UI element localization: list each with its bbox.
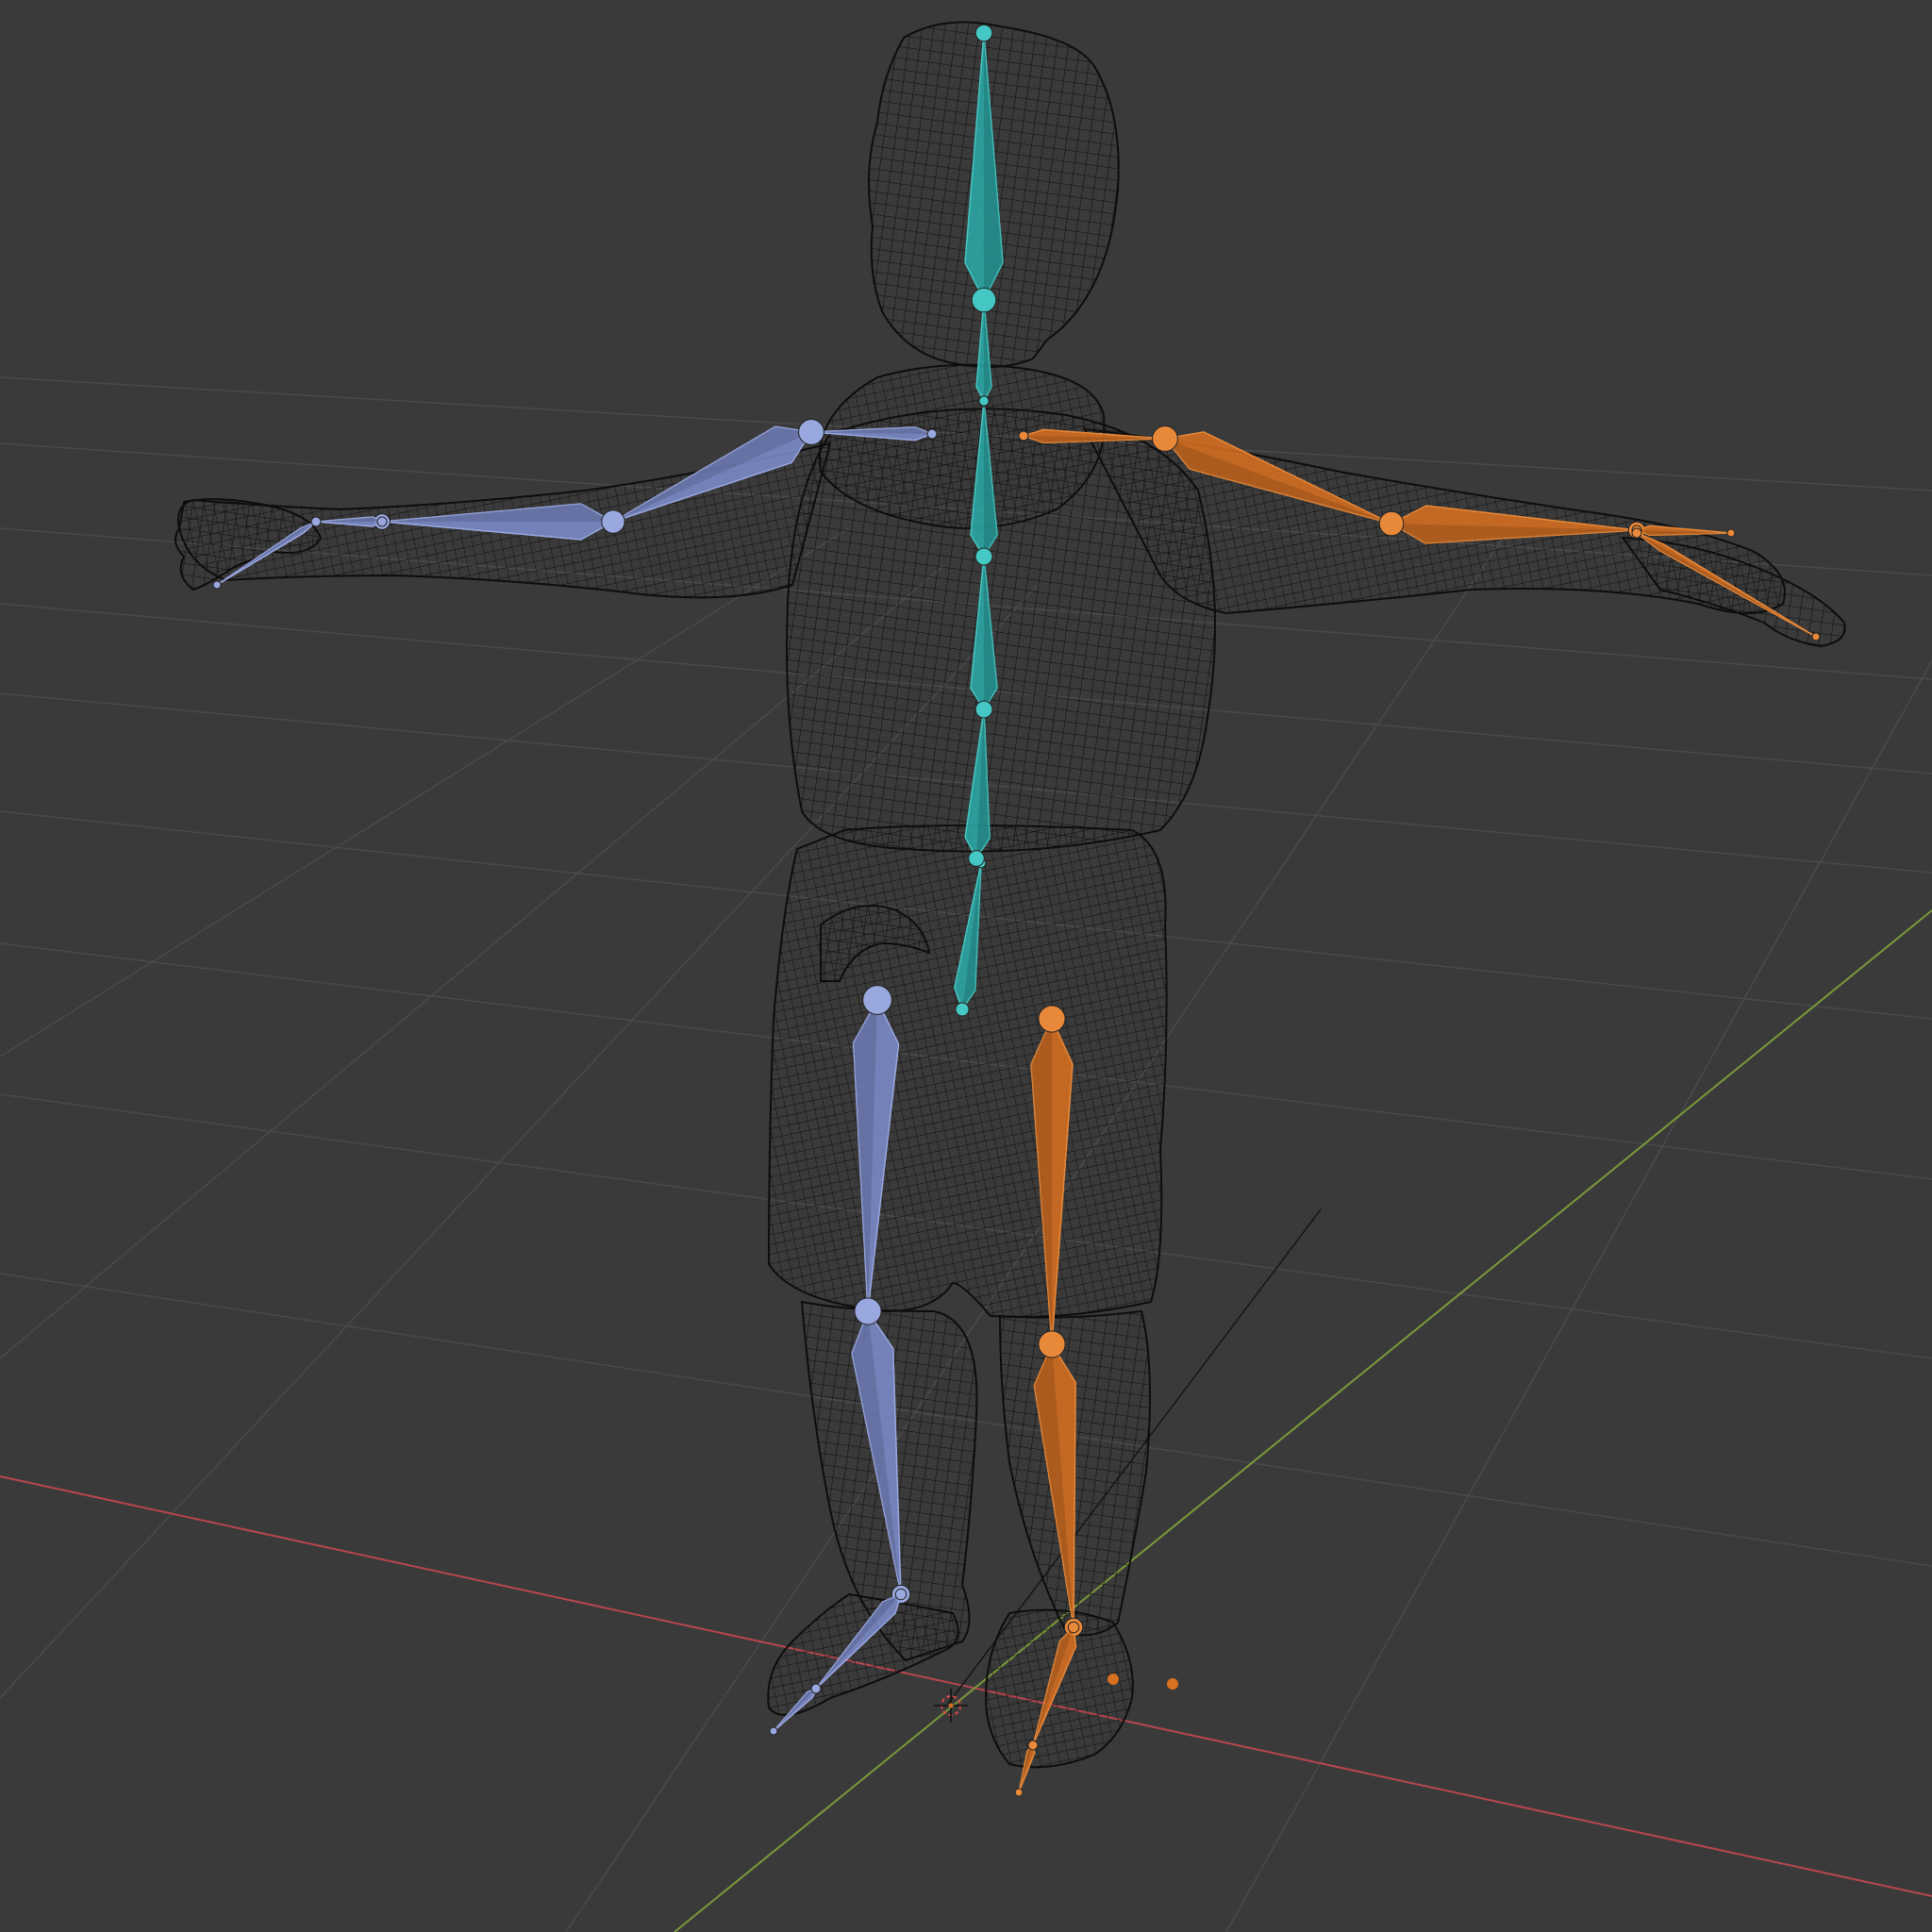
left-shin-bone-joint[interactable]	[1038, 1330, 1066, 1358]
chest-bone-joint[interactable]	[974, 547, 993, 566]
right-upper-arm-bone-joint[interactable]	[798, 419, 824, 445]
left-foot-bone-joint[interactable]	[1067, 1621, 1080, 1634]
shorts-mesh	[767, 824, 1168, 1318]
left-clavicle-bone-joint[interactable]	[1018, 430, 1029, 441]
head-bone-joint[interactable]	[971, 287, 997, 313]
left-forearm-bone-joint[interactable]	[1378, 510, 1405, 537]
grid-line	[0, 527, 850, 1058]
grid-line	[1225, 659, 1932, 1932]
spine-2-bone-joint[interactable]	[968, 850, 985, 867]
right-forearm-bone-joint[interactable]	[601, 509, 625, 534]
left-upper-arm-bone-joint[interactable]	[1152, 425, 1178, 452]
spine-1-bone-joint[interactable]	[955, 1002, 970, 1017]
left-finger-bone-joint[interactable]	[1631, 527, 1642, 539]
head-bone-joint[interactable]	[974, 24, 993, 42]
viewport-canvas[interactable]	[0, 0, 1932, 1932]
right-toe-bone-joint[interactable]	[769, 1726, 778, 1736]
3d-viewport[interactable]	[0, 0, 1932, 1932]
right-thigh-bone-joint[interactable]	[862, 985, 892, 1015]
right-finger-bone-joint[interactable]	[212, 580, 222, 590]
right-shin-bone-joint[interactable]	[854, 1297, 882, 1325]
foot-helper-bone[interactable]	[1167, 1678, 1178, 1690]
right-clavicle-bone-joint[interactable]	[926, 428, 938, 440]
left-foot-mesh	[984, 1608, 1134, 1769]
left-finger-bone-joint[interactable]	[1811, 632, 1821, 641]
foot-helper-bone[interactable]	[1108, 1674, 1119, 1685]
left-toe-bone-joint[interactable]	[1027, 1740, 1039, 1751]
right-finger-bone-joint[interactable]	[310, 516, 322, 527]
right-foot-mesh	[767, 1592, 959, 1716]
neck-bone-joint[interactable]	[978, 395, 990, 407]
character-mesh[interactable]	[175, 21, 1846, 1769]
left-toe-bone-joint[interactable]	[1014, 1788, 1024, 1797]
right-hand-bone-joint[interactable]	[376, 516, 388, 527]
right-toe-bone-joint[interactable]	[810, 1683, 822, 1694]
left-thigh-bone-joint[interactable]	[1038, 1005, 1066, 1033]
left-hand-bone-joint[interactable]	[1726, 528, 1736, 538]
spine-3-bone-joint[interactable]	[974, 700, 993, 719]
right-foot-bone-joint[interactable]	[894, 1588, 908, 1601]
